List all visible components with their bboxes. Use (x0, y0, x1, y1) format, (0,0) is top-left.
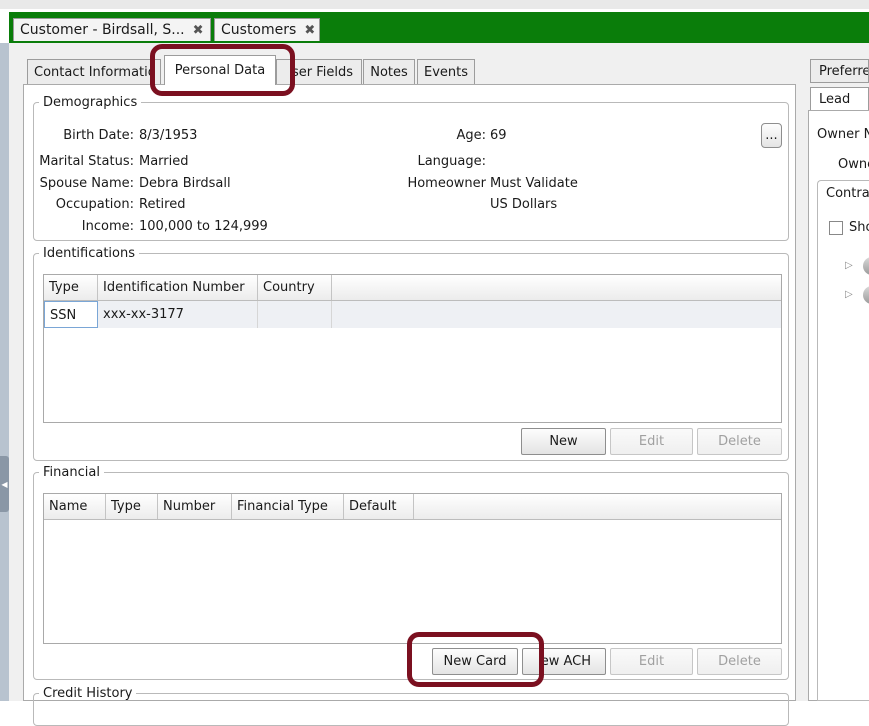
identifications-title: Identifications (43, 246, 136, 261)
column-header-name[interactable]: Name (44, 494, 106, 519)
column-header-number[interactable]: Number (158, 494, 232, 519)
expand-arrow-icon[interactable]: ▷ (845, 289, 853, 300)
new-identification-button[interactable]: New (521, 428, 606, 455)
birth-date-value: 8/3/1953 (139, 128, 198, 143)
owner-sub-label: Owne (838, 157, 869, 172)
language-label: Language: (417, 154, 486, 169)
close-icon[interactable]: ✖ (193, 23, 204, 38)
tab-personal-data[interactable]: Personal Data (164, 55, 276, 85)
column-header-identification-number[interactable]: Identification Number (98, 275, 258, 300)
homeowner-label: Homeowner (407, 176, 486, 191)
tab-label: Contact Informatio (34, 64, 156, 80)
column-header-type[interactable]: Type (106, 494, 158, 519)
cell-country[interactable] (258, 301, 332, 328)
tab-user-fields[interactable]: ser Fields (276, 59, 362, 84)
edit-identification-button[interactable]: Edit (610, 428, 693, 455)
doc-tab-customer[interactable]: Customer - Birdsall, S... ✖ (13, 18, 211, 41)
column-header-default[interactable]: Default (344, 494, 414, 519)
credit-history-title: Credit History (43, 686, 133, 701)
new-ach-button[interactable]: ew ACH (522, 648, 606, 675)
occupation-value: Retired (139, 197, 186, 212)
credit-history-group: Credit History (33, 686, 789, 726)
cell-identification-number[interactable]: xxx-xx-3177 (98, 301, 258, 328)
marital-status-value: Married (139, 154, 189, 169)
grid-header: Name Type Number Financial Type Default (44, 494, 781, 520)
cell-type[interactable]: SSN (44, 301, 98, 328)
doc-tab-customers-label: Customers (221, 22, 297, 38)
chevron-left-icon: ◀ (1, 479, 8, 489)
tab-label: Notes (370, 64, 408, 80)
grid-header: Type Identification Number Country (44, 275, 781, 301)
doc-tab-customers[interactable]: Customers ✖ (214, 18, 320, 41)
tab-notes[interactable]: Notes (363, 59, 415, 84)
show-label: Sho (849, 220, 869, 235)
collapse-handle[interactable]: ◀ (0, 456, 9, 512)
tab-preferences[interactable]: Preferre (810, 59, 869, 83)
income-value: 100,000 to 124,999 (139, 219, 268, 234)
spouse-name-label: Spouse Name: (39, 176, 134, 191)
tab-label: ser Fields (291, 64, 353, 80)
column-header-type[interactable]: Type (44, 275, 98, 300)
contract-group (817, 180, 869, 701)
birth-date-label: Birth Date: (63, 128, 134, 143)
tab-contact-information[interactable]: Contact Informatio (27, 59, 161, 84)
age-label: Age: (456, 128, 486, 143)
spouse-name-value: Debra Birdsall (139, 176, 231, 191)
new-card-button[interactable]: New Card (432, 648, 518, 675)
currency-value: US Dollars (490, 197, 558, 212)
edit-financial-button[interactable]: Edit (610, 648, 693, 675)
column-header-country[interactable]: Country (258, 275, 332, 300)
delete-financial-button[interactable]: Delete (697, 648, 782, 675)
tab-label: Personal Data (174, 63, 266, 78)
show-checkbox[interactable] (829, 221, 843, 235)
marital-status-label: Marital Status: (39, 154, 134, 169)
income-label: Income: (81, 219, 134, 234)
demographics-title: Demographics (43, 95, 138, 110)
left-collapse-strip (0, 43, 9, 701)
doc-tab-customer-label: Customer - Birdsall, S... (20, 22, 185, 38)
tab-lead[interactable]: Lead (810, 87, 869, 111)
occupation-label: Occupation: (55, 197, 134, 212)
expand-arrow-icon[interactable]: ▷ (845, 260, 853, 271)
owner-label: Owner N (817, 127, 869, 142)
tab-label: Events (423, 64, 468, 80)
financial-title: Financial (43, 465, 100, 480)
financial-grid: Name Type Number Financial Type Default (43, 493, 782, 644)
more-options-button[interactable]: ... (761, 123, 782, 148)
window-top-edge (0, 0, 869, 9)
close-icon[interactable]: ✖ (304, 23, 315, 38)
identifications-grid: Type Identification Number Country SSN x… (43, 274, 782, 423)
column-header-financial-type[interactable]: Financial Type (232, 494, 344, 519)
tab-events[interactable]: Events (417, 59, 475, 84)
table-row[interactable]: SSN xxx-xx-3177 (44, 301, 781, 328)
contract-label: Contrac (826, 186, 869, 201)
age-value: 69 (490, 128, 507, 143)
homeowner-value: Must Validate (490, 176, 578, 191)
delete-identification-button[interactable]: Delete (697, 428, 782, 455)
